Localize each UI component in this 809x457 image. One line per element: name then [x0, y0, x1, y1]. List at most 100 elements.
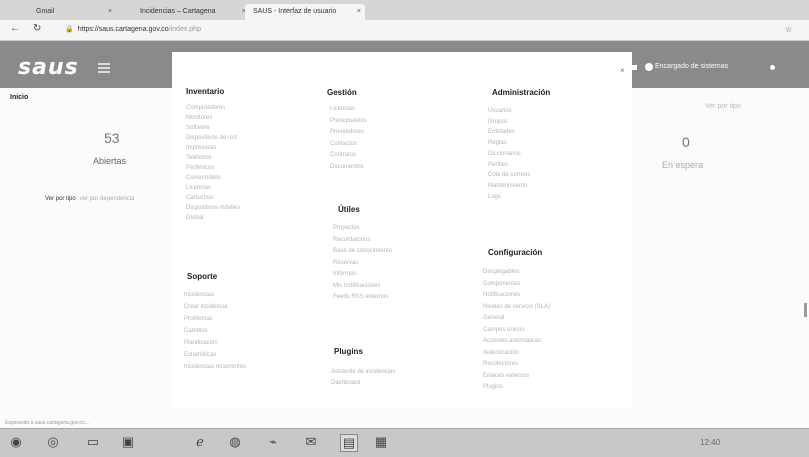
app4-icon[interactable]: ▦ — [373, 434, 389, 450]
menu-item-gestion[interactable]: Documentos — [330, 164, 364, 170]
menu-item-administracion[interactable]: Cola de correos — [488, 172, 530, 178]
menu-item-administracion[interactable]: Logs — [488, 194, 501, 200]
view-by-dependency-link[interactable]: ver por dependencia — [80, 196, 135, 202]
menu-item-soporte[interactable]: Planificación — [184, 340, 218, 346]
status-bar: Esperando a saus.cartagena.gov.co... — [5, 420, 89, 426]
menu-item-gestion[interactable]: Presupuestos — [330, 118, 367, 124]
start-icon[interactable]: ◉ — [8, 434, 24, 450]
menu-item-utiles[interactable]: Proyectos — [333, 225, 360, 231]
close-icon[interactable]: × — [357, 4, 361, 20]
breadcrumb[interactable]: Inicio — [10, 94, 28, 101]
ie-icon[interactable]: ℯ — [192, 434, 208, 450]
menu-item-inventario[interactable]: Periféricos — [186, 165, 214, 171]
user-menu[interactable]: Encargado de sistemas — [655, 63, 728, 70]
menu-item-gestion[interactable]: Contratos — [330, 152, 356, 158]
grid-icon[interactable] — [632, 65, 637, 70]
menu-item-soporte[interactable]: Problemas — [184, 316, 213, 322]
app-icon[interactable]: ⌁ — [265, 434, 281, 450]
browser-tab-gmail[interactable]: Gmail × — [28, 4, 116, 20]
menu-item-administracion[interactable]: Entidades — [488, 129, 515, 135]
menu-item-gestion[interactable]: Proveedores — [330, 129, 364, 135]
menu-item-inventario[interactable]: Licencias — [186, 185, 211, 191]
menu-title-plugins[interactable]: Plugins — [334, 347, 363, 356]
menu-title-administracion[interactable]: Administración — [492, 88, 550, 97]
menu-item-inventario[interactable]: Software — [186, 125, 210, 131]
menu-title-utiles[interactable]: Útiles — [338, 205, 360, 214]
waiting-link[interactable]: Ver por tipo — [705, 103, 741, 110]
view-by-type-link[interactable]: Ver por tipo — [45, 196, 76, 202]
menu-item-soporte[interactable]: Incidencias recurrentes — [184, 364, 246, 370]
back-icon[interactable]: ← — [10, 23, 20, 34]
menu-item-utiles[interactable]: Feeds RSS externos — [333, 294, 388, 300]
browser-tab-saus[interactable]: SAUS - Interfaz de usuario × — [245, 4, 365, 20]
menu-item-configuracion[interactable]: Componentes — [483, 281, 520, 287]
menu-item-administracion[interactable]: Reglas — [488, 140, 507, 146]
media-icon[interactable]: ▣ — [120, 434, 136, 450]
menu-title-configuracion[interactable]: Configuración — [488, 248, 542, 257]
menu-item-configuracion[interactable]: Acciones automáticas — [483, 338, 541, 344]
menu-item-inventario[interactable]: Teléfonos — [186, 155, 212, 161]
menu-item-administracion[interactable]: Perfiles — [488, 162, 508, 168]
bookmark-star-icon[interactable]: ☆ — [785, 25, 792, 34]
address-bar: ← ↻ 🔒 https://saus.cartagena.gov.co/index… — [0, 20, 809, 41]
url-field[interactable]: 🔒 https://saus.cartagena.gov.co/index.php — [65, 24, 785, 36]
menu-item-configuracion[interactable]: Niveles de servicio (SLA) — [483, 304, 550, 310]
menu-item-configuracion[interactable]: Campos únicos — [483, 327, 524, 333]
menu-item-soporte[interactable]: Crear incidencia — [184, 304, 227, 310]
menu-item-utiles[interactable]: Base de conocimiento — [333, 248, 392, 254]
menu-item-plugins[interactable]: Asistente de incidencias — [331, 369, 395, 375]
folder-icon[interactable]: ▭ — [85, 434, 101, 450]
close-icon[interactable]: × — [108, 4, 112, 20]
app3-icon[interactable]: ▤ — [340, 434, 358, 452]
menu-item-configuracion[interactable]: General — [483, 315, 504, 321]
menu-item-inventario[interactable]: Dispositivos de red — [186, 135, 237, 141]
menu-item-inventario[interactable]: Impresoras — [186, 145, 216, 151]
firefox-icon[interactable]: ◎ — [45, 434, 61, 450]
menu-item-configuracion[interactable]: Recolectores — [483, 361, 518, 367]
menu-item-administracion[interactable]: Usuarios — [488, 108, 512, 114]
menu-item-utiles[interactable]: Mis notificaciones — [333, 283, 380, 289]
menu-item-gestion[interactable]: Licencias — [330, 106, 355, 112]
menu-item-soporte[interactable]: Estadísticas — [184, 352, 216, 358]
app-logo[interactable]: saus — [18, 55, 79, 80]
chrome-icon[interactable]: ◍ — [227, 434, 243, 450]
open-label: Abiertas — [93, 156, 127, 166]
menu-item-configuracion[interactable]: Enlaces externos — [483, 373, 529, 379]
url-path: /index.php — [168, 26, 201, 33]
menu-item-soporte[interactable]: Incidencias — [184, 292, 214, 298]
menu-title-inventario[interactable]: Inventario — [186, 87, 224, 96]
menu-item-inventario[interactable]: Cartuchos — [186, 195, 213, 201]
scrollbar[interactable] — [804, 303, 807, 317]
close-menu-icon[interactable]: × — [620, 66, 625, 75]
menu-title-gestion[interactable]: Gestión — [327, 88, 357, 97]
menu-item-administracion[interactable]: Mantenimiento — [488, 183, 527, 189]
user-avatar-icon[interactable] — [645, 63, 653, 71]
menu-item-inventario[interactable]: Monitores — [186, 115, 212, 121]
browser-tab-incidencias[interactable]: Incidencias – Cartagena × — [132, 4, 250, 20]
menu-toggle-icon[interactable] — [98, 63, 110, 75]
menu-item-inventario[interactable]: Computadores — [186, 105, 225, 111]
menu-item-utiles[interactable]: Informes — [333, 271, 356, 277]
menu-item-administracion[interactable]: Diccionarios — [488, 151, 521, 157]
menu-item-plugins[interactable]: Dashboard — [331, 380, 360, 386]
menu-item-utiles[interactable]: Recordatorios — [333, 237, 370, 243]
menu-item-inventario[interactable]: Consumibles — [186, 175, 221, 181]
tab-label: SAUS - Interfaz de usuario — [253, 8, 337, 15]
system-clock: 12:40 — [700, 438, 721, 447]
menu-item-configuracion[interactable]: Autenticación — [483, 350, 519, 356]
open-count: 53 — [104, 130, 120, 146]
menu-item-inventario[interactable]: Dispositivos móviles — [186, 205, 240, 211]
menu-item-gestion[interactable]: Contactos — [330, 141, 357, 147]
menu-item-configuracion[interactable]: Notificaciones — [483, 292, 520, 298]
menu-item-configuracion[interactable]: Plugins — [483, 384, 503, 390]
menu-title-soporte[interactable]: Soporte — [187, 272, 217, 281]
menu-item-utiles[interactable]: Reservas — [333, 260, 358, 266]
app2-icon[interactable]: ✉ — [303, 434, 319, 450]
reload-icon[interactable]: ↻ — [33, 23, 41, 34]
tab-label: Incidencias – Cartagena — [140, 8, 216, 15]
menu-item-inventario[interactable]: Global — [186, 215, 203, 221]
menu-item-configuracion[interactable]: Desplegables — [483, 269, 519, 275]
menu-item-administracion[interactable]: Grupos — [488, 119, 508, 125]
logout-icon[interactable] — [770, 65, 775, 70]
menu-item-soporte[interactable]: Cambios — [184, 328, 208, 334]
